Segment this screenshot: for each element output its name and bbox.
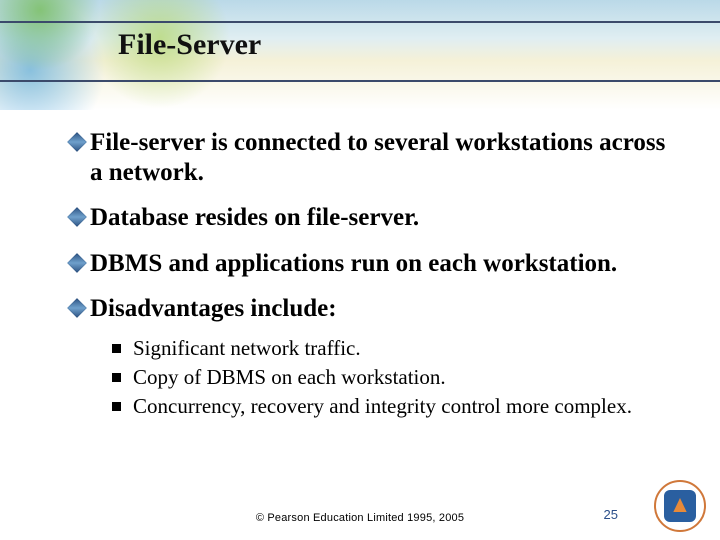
bullet-text: File-server is connected to several work… (90, 128, 668, 187)
page-number: 25 (604, 507, 618, 522)
diamond-bullet-icon (67, 298, 87, 318)
square-bullet-icon (112, 344, 121, 353)
slide: File-Server File-server is connected to … (0, 0, 720, 540)
sub-bullet-item: Copy of DBMS on each workstation. (112, 365, 668, 390)
sub-bullet-list: Significant network traffic. Copy of DBM… (112, 336, 668, 420)
diamond-bullet-icon (67, 132, 87, 152)
square-bullet-icon (112, 373, 121, 382)
diamond-bullet-icon (67, 207, 87, 227)
sub-bullet-item: Significant network traffic. (112, 336, 668, 361)
bullet-text: Disadvantages include: (90, 294, 337, 324)
sub-bullet-text: Copy of DBMS on each workstation. (133, 365, 446, 390)
sub-bullet-text: Significant network traffic. (133, 336, 361, 361)
sub-bullet-text: Concurrency, recovery and integrity cont… (133, 394, 632, 419)
sub-bullet-item: Concurrency, recovery and integrity cont… (112, 394, 668, 419)
content-area: File-server is connected to several work… (70, 128, 668, 423)
bullet-item: Database resides on file-server. (70, 203, 668, 233)
bullet-text: DBMS and applications run on each workst… (90, 249, 617, 279)
header-gradient (0, 0, 720, 110)
header-rule-bottom (0, 80, 720, 82)
bullet-item: DBMS and applications run on each workst… (70, 249, 668, 279)
bullet-text: Database resides on file-server. (90, 203, 419, 233)
slide-title: File-Server (118, 28, 261, 62)
logo-book-icon (672, 498, 688, 512)
institution-logo (654, 480, 706, 532)
bullet-item: File-server is connected to several work… (70, 128, 668, 187)
bullet-item: Disadvantages include: (70, 294, 668, 324)
logo-inner-square-icon (664, 490, 696, 522)
square-bullet-icon (112, 402, 121, 411)
header-rule-top (0, 21, 720, 23)
diamond-bullet-icon (67, 253, 87, 273)
